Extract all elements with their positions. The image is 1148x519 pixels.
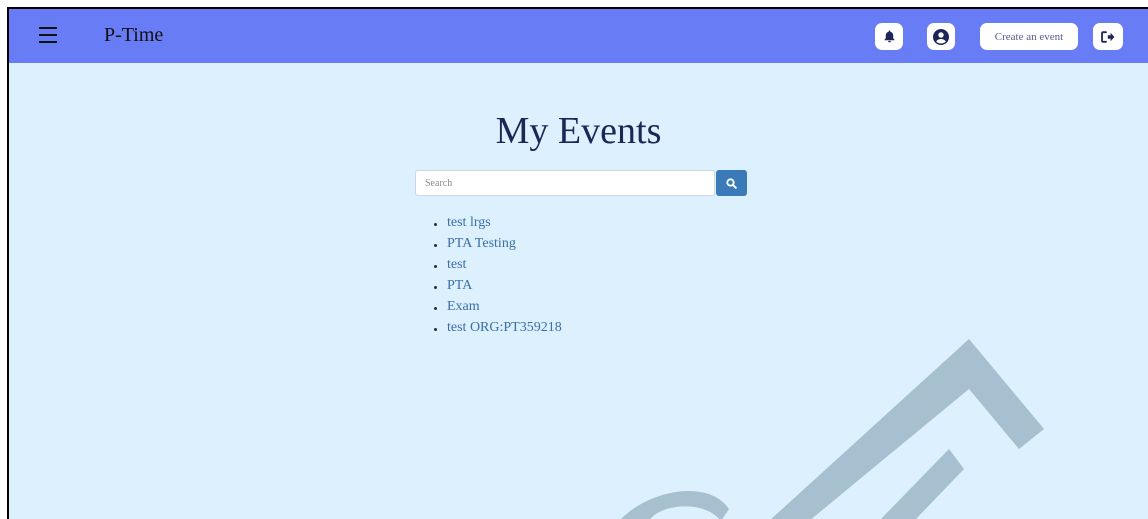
app-window: P-Time Create an event My Events Search …	[7, 7, 1148, 519]
page-title: My Events	[495, 110, 662, 152]
notifications-button[interactable]	[875, 23, 903, 50]
top-navbar: P-Time Create an event	[9, 9, 1148, 63]
sign-out-icon	[1101, 30, 1115, 43]
list-item: test lrgs	[433, 212, 562, 233]
search-icon	[726, 177, 737, 189]
list-item: Exam	[433, 296, 562, 317]
event-link[interactable]: PTA	[447, 278, 472, 293]
search-input[interactable]	[415, 170, 715, 196]
list-item: PTA	[433, 275, 562, 296]
logout-button[interactable]	[1093, 23, 1123, 50]
events-list: test lrgs PTA Testing test PTA Exam test…	[433, 212, 562, 338]
search-button[interactable]	[716, 170, 747, 196]
event-link[interactable]: test ORG:PT359218	[447, 320, 562, 335]
bell-icon	[884, 30, 894, 43]
event-link[interactable]: Exam	[447, 299, 480, 314]
event-link[interactable]: test lrgs	[447, 215, 491, 230]
app-brand[interactable]: P-Time	[104, 23, 163, 47]
list-item: test	[433, 254, 562, 275]
profile-button[interactable]	[927, 23, 955, 50]
list-item: test ORG:PT359218	[433, 317, 562, 338]
event-link[interactable]: PTA Testing	[447, 236, 516, 251]
user-circle-icon	[933, 28, 949, 45]
list-item: PTA Testing	[433, 233, 562, 254]
event-link[interactable]: test	[447, 257, 466, 272]
watermark-graphic	[621, 339, 1044, 519]
hamburger-menu-icon[interactable]	[39, 26, 57, 44]
create-event-button[interactable]: Create an event	[980, 23, 1078, 50]
